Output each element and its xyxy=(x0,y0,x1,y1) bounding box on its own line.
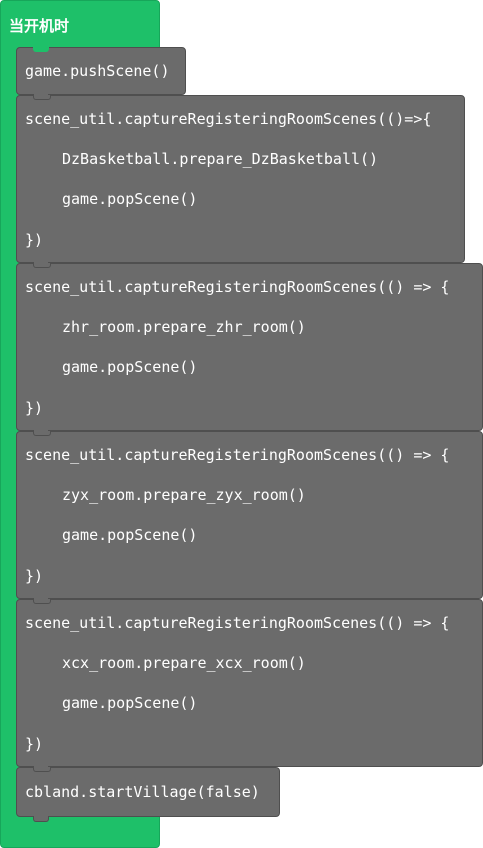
code-line: game.pushScene() xyxy=(25,62,170,80)
code-line: game.popScene() xyxy=(62,358,198,376)
capture-scenes-block-4[interactable]: scene_util.captureRegisteringRoomScenes(… xyxy=(16,599,483,772)
code-line: }) xyxy=(25,735,44,753)
code-line: DzBasketball.prepare_DzBasketball() xyxy=(62,150,379,168)
start-village-block[interactable]: cbland.startVillage(false) xyxy=(16,767,280,822)
code-line: xcx_room.prepare_xcx_room() xyxy=(62,654,306,672)
capture-scenes-block-1[interactable]: scene_util.captureRegisteringRoomScenes(… xyxy=(16,95,465,268)
capture-scenes-block-3[interactable]: scene_util.captureRegisteringRoomScenes(… xyxy=(16,431,483,604)
code-line: scene_util.captureRegisteringRoomScenes(… xyxy=(25,446,450,464)
push-scene-block[interactable]: game.pushScene() xyxy=(16,47,186,100)
code-line: scene_util.captureRegisteringRoomScenes(… xyxy=(25,614,450,632)
on-start-label: 当开机时 xyxy=(9,17,70,35)
code-line: game.popScene() xyxy=(62,526,198,544)
code-line: }) xyxy=(25,567,44,585)
code-line: scene_util.captureRegisteringRoomScenes(… xyxy=(25,110,432,128)
code-line: cbland.startVillage(false) xyxy=(25,783,260,801)
code-line: zhr_room.prepare_zhr_room() xyxy=(62,318,306,336)
code-line: game.popScene() xyxy=(62,190,198,208)
capture-scenes-block-2[interactable]: scene_util.captureRegisteringRoomScenes(… xyxy=(16,263,483,436)
code-line: }) xyxy=(25,231,44,249)
code-line: zyx_room.prepare_zyx_room() xyxy=(62,486,306,504)
code-line: scene_util.captureRegisteringRoomScenes(… xyxy=(25,278,450,296)
code-line: game.popScene() xyxy=(62,694,198,712)
code-line: }) xyxy=(25,399,44,417)
